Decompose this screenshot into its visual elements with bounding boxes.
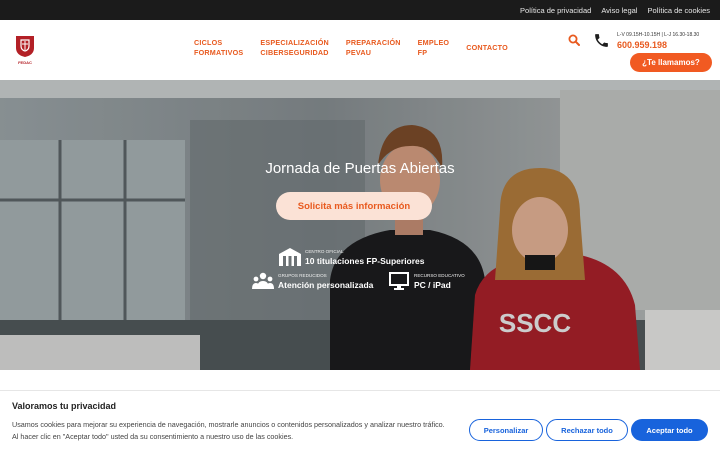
group-icon <box>252 272 274 289</box>
privacy-policy-link[interactable]: Política de privacidad <box>520 6 591 15</box>
reject-all-button[interactable]: Rechazar todo <box>546 419 628 441</box>
phone-number[interactable]: 600.959.198 <box>617 40 667 50</box>
request-info-button[interactable]: Solicita más información <box>276 192 432 220</box>
feature-value: 10 titulaciones FP-Superiores <box>305 256 425 266</box>
school-building-icon <box>279 248 301 266</box>
feature-official-center: CENTRO OFICIAL 10 titulaciones FP-Superi… <box>279 248 459 268</box>
cookie-description: Usamos cookies para mejorar su experienc… <box>12 420 445 441</box>
feature-educational-resource: RECURSO EDUCATIVO PC / iPad <box>389 272 489 292</box>
nav-item-empleo-fp[interactable]: EMPLEO FP <box>418 38 450 58</box>
feature-small-groups: GRUPOS REDUCIDOS Atención personalizada <box>252 272 387 292</box>
nav-item-especializacion-ciberseguridad[interactable]: ESPECIALIZACIÓN CIBERSEGURIDAD <box>260 38 329 58</box>
accept-all-button[interactable]: Aceptar todo <box>631 419 708 441</box>
cookie-title: Valoramos tu privacidad <box>12 401 117 411</box>
cookie-policy-link[interactable]: Política de cookies <box>647 6 710 15</box>
monitor-icon <box>389 272 409 290</box>
search-icon[interactable] <box>568 34 580 46</box>
nav-item-contacto[interactable]: CONTACTO <box>466 38 508 58</box>
top-utility-bar: Política de privacidad Aviso legal Polít… <box>0 0 720 20</box>
feature-label: CENTRO OFICIAL <box>305 249 344 254</box>
logo-text: FEDAC <box>18 60 32 65</box>
site-header: FEDAC CICLOS FORMATIVOS ESPECIALIZACIÓN … <box>0 20 720 80</box>
logo[interactable]: FEDAC <box>14 34 36 68</box>
logo-emblem-icon <box>16 36 34 57</box>
feature-label: RECURSO EDUCATIVO <box>414 273 465 278</box>
customize-cookies-button[interactable]: Personalizar <box>469 419 543 441</box>
legal-notice-link[interactable]: Aviso legal <box>601 6 637 15</box>
office-hours: L-V 09.15H-10.15H | L-J 16.30-18.30 <box>617 32 700 38</box>
main-nav: CICLOS FORMATIVOS ESPECIALIZACIÓN CIBERS… <box>194 38 508 58</box>
hero-title: Jornada de Puertas Abiertas <box>265 160 455 177</box>
hero-banner: SSCC Jornada de Puertas Abiertas Solicit… <box>0 80 720 370</box>
callback-button[interactable]: ¿Te llamamos? <box>630 53 712 72</box>
phone-icon <box>595 34 608 47</box>
cookie-consent-banner: Valoramos tu privacidad Usamos cookies p… <box>0 390 720 450</box>
nav-item-preparacion-pevau[interactable]: PREPARACIÓN PEVAU <box>346 38 401 58</box>
feature-label: GRUPOS REDUCIDOS <box>278 273 327 278</box>
feature-value: PC / iPad <box>414 280 451 290</box>
hero-photo: SSCC <box>0 80 720 370</box>
nav-item-ciclos-formativos[interactable]: CICLOS FORMATIVOS <box>194 38 243 58</box>
feature-value: Atención personalizada <box>278 280 374 290</box>
